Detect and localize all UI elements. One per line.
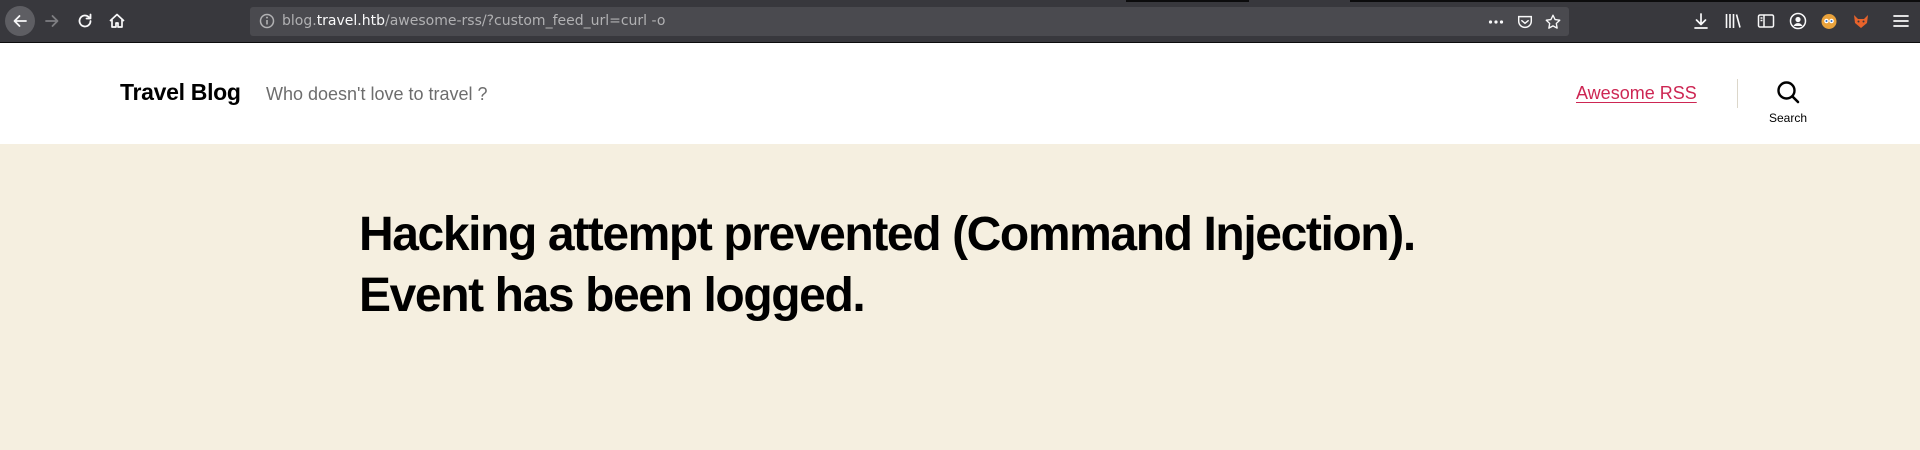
menu-button[interactable] — [1891, 11, 1911, 31]
sidebar-icon — [1757, 14, 1775, 28]
pocket-button[interactable] — [1515, 12, 1535, 32]
pocket-icon — [1517, 15, 1533, 29]
url-path: /awesome-rss/?custom_feed_url=curl -o — [385, 13, 666, 29]
nav-divider — [1737, 79, 1738, 108]
downloads-button[interactable] — [1691, 11, 1711, 31]
downloads-icon — [1694, 13, 1708, 29]
back-icon — [13, 15, 27, 27]
error-message: Hacking attempt prevented (Command Injec… — [359, 204, 1559, 326]
bookmark-button[interactable] — [1543, 12, 1563, 32]
tab-indicator — [1126, 0, 1249, 2]
account-button[interactable] — [1788, 11, 1808, 31]
bookmark-star-icon — [1545, 14, 1561, 29]
foxyproxy-icon — [1854, 15, 1868, 28]
search-label: Search — [1768, 111, 1808, 125]
extension-icon — [1821, 14, 1837, 29]
url-host: travel.htb — [316, 13, 385, 29]
page-actions-button[interactable] — [1486, 12, 1506, 32]
forward-button[interactable] — [38, 7, 66, 35]
sidebar-button[interactable] — [1756, 11, 1776, 31]
site-description: Who doesn't love to travel ? — [266, 84, 488, 104]
error-message-line-1: Hacking attempt prevented (Command Injec… — [359, 208, 1416, 261]
page-actions-icon — [1488, 20, 1504, 24]
nav-link-awesome-rss[interactable]: Awesome RSS — [1576, 83, 1697, 104]
home-icon — [109, 13, 125, 28]
error-message-line-2: Event has been logged. — [359, 269, 866, 322]
reload-button[interactable] — [71, 7, 99, 35]
back-button[interactable] — [5, 6, 35, 36]
url-bar[interactable]: blog.travel.htb/awesome-rss/?custom_feed… — [250, 7, 1569, 36]
url-host-prefix: blog. — [282, 13, 317, 29]
site-header: Travel Blog Who doesn't love to travel ?… — [0, 43, 1920, 144]
browser-toolbar: blog.travel.htb/awesome-rss/?custom_feed… — [0, 0, 1920, 43]
search-icon — [1777, 81, 1800, 104]
url-text[interactable]: blog.travel.htb/awesome-rss/?custom_feed… — [282, 13, 665, 29]
site-title[interactable]: Travel Blog — [120, 79, 241, 106]
home-button[interactable] — [103, 7, 131, 35]
tab-indicator — [1350, 0, 1920, 2]
forward-icon — [45, 15, 59, 27]
account-icon — [1789, 12, 1807, 30]
reload-icon — [78, 13, 92, 28]
menu-icon — [1893, 15, 1909, 27]
foxyproxy-button[interactable] — [1851, 11, 1871, 31]
extension-button[interactable] — [1819, 11, 1839, 31]
library-button[interactable] — [1723, 11, 1743, 31]
library-icon — [1725, 14, 1741, 28]
site-info-icon[interactable] — [258, 12, 276, 30]
search-toggle-button[interactable]: Search — [1755, 79, 1821, 133]
